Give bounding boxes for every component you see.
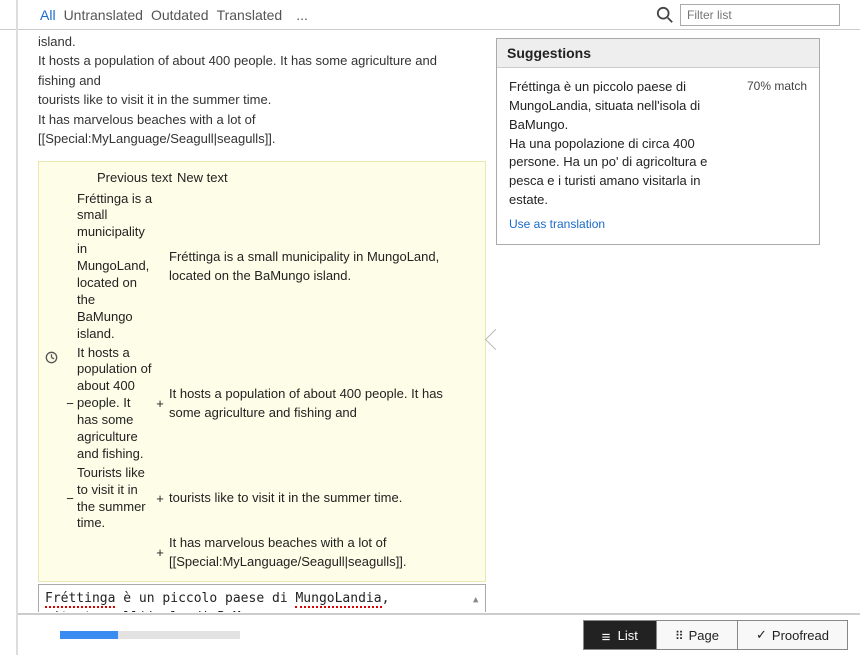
filter-tabs: All Untranslated Outdated Translated ...	[40, 7, 308, 23]
diff-row: Tourists like to visit it in the summer …	[65, 465, 477, 533]
progress-bar	[60, 631, 240, 639]
diff-plus-icon	[155, 396, 165, 411]
diff-box: Previous text New text Fréttinga is a sm…	[38, 161, 486, 582]
left-pane: Fréttinga is a small municipality in Mun…	[0, 30, 488, 612]
diff-body: Fréttinga is a small municipality in Mun…	[39, 185, 485, 581]
spell-underline: MungoLandia	[295, 591, 381, 608]
left-border-rule	[16, 0, 18, 655]
suggestion-item: 70% match Fréttinga è un piccolo paese d…	[497, 68, 819, 244]
page-icon	[675, 628, 684, 643]
suggestions-panel: Suggestions 70% match Fréttinga è un pic…	[496, 38, 820, 245]
translation-textarea[interactable]: Fréttinga è un piccolo paese di MungoLan…	[38, 584, 486, 612]
suggestion-text: Fréttinga è un piccolo paese di MungoLan…	[509, 78, 807, 210]
suggestions-header: Suggestions	[497, 39, 819, 68]
button-label: List	[618, 628, 638, 643]
diff-minus-icon	[65, 491, 75, 506]
topbar: All Untranslated Outdated Translated ...	[0, 0, 860, 30]
right-pane: Suggestions 70% match Fréttinga è un pic…	[488, 30, 820, 612]
search-wrap	[656, 4, 840, 26]
spell-underline: Fréttinga	[45, 591, 115, 608]
suggestion-match: 70% match	[747, 78, 807, 95]
button-label: Proofread	[772, 628, 829, 643]
use-translation-link[interactable]: Use as translation	[509, 216, 605, 233]
tab-all[interactable]: All	[40, 7, 56, 23]
button-label: Page	[689, 628, 719, 643]
search-icon[interactable]	[656, 6, 674, 24]
bottom-bar: List Page Proofread	[18, 613, 860, 655]
diff-old-text: It hosts a population of about 400 peopl…	[75, 345, 155, 463]
diff-prev-header: Previous text	[97, 170, 177, 185]
filter-input[interactable]	[680, 4, 840, 26]
list-view-button[interactable]: List	[584, 621, 657, 649]
list-icon	[602, 630, 613, 641]
source-line: tourists like to visit it in the summer …	[38, 90, 466, 110]
diff-minus-icon	[65, 396, 75, 411]
diff-new-text: tourists like to visit it in the summer …	[165, 489, 477, 507]
tab-outdated[interactable]: Outdated	[151, 7, 209, 23]
diff-plus-icon	[155, 545, 165, 560]
panel-pointer-icon	[488, 332, 504, 356]
tab-untranslated[interactable]: Untranslated	[64, 7, 143, 23]
tabs-more-icon[interactable]: ...	[296, 7, 308, 23]
translation-line: Fréttinga è un piccolo paese di MungoLan…	[45, 589, 479, 609]
tab-translated[interactable]: Translated	[217, 7, 283, 23]
translation-line: situata nell'isola di BaMungo.	[45, 608, 479, 612]
view-buttons: List Page Proofread	[583, 620, 848, 650]
diff-header: Previous text New text	[39, 162, 485, 185]
check-icon	[756, 627, 767, 643]
main: Fréttinga is a small municipality in Mun…	[0, 30, 860, 612]
diff-row: Fréttinga is a small municipality in Mun…	[65, 191, 477, 343]
diff-old-text: Tourists like to visit it in the summer …	[75, 465, 155, 533]
source-line: It has marvelous beaches with a lot of	[38, 110, 466, 130]
source-line: [[Special:MyLanguage/Seagull|seagulls]].	[38, 129, 466, 149]
source-line: It hosts a population of about 400 peopl…	[38, 51, 466, 90]
diff-row: It has marvelous beaches with a lot of […	[65, 534, 477, 570]
source-text: Fréttinga is a small municipality in Mun…	[38, 30, 486, 149]
diff-new-text: It has marvelous beaches with a lot of […	[165, 534, 477, 570]
diff-old-text: Fréttinga is a small municipality in Mun…	[75, 191, 155, 343]
page-view-button[interactable]: Page	[657, 621, 738, 649]
source-line: Fréttinga is a small municipality in Mun…	[38, 30, 466, 51]
diff-new-header: New text	[177, 170, 228, 185]
diff-plus-icon	[155, 491, 165, 506]
progress-fill	[60, 631, 118, 639]
spell-underline: BaMungo	[217, 610, 272, 612]
diff-new-text: Fréttinga is a small municipality in Mun…	[165, 248, 477, 284]
diff-new-text: It hosts a population of about 400 peopl…	[165, 385, 477, 421]
diff-row: It hosts a population of about 400 peopl…	[65, 345, 477, 463]
proofread-button[interactable]: Proofread	[738, 621, 847, 649]
scrollbar-up-icon[interactable]	[473, 589, 483, 599]
history-icon[interactable]	[45, 351, 58, 367]
